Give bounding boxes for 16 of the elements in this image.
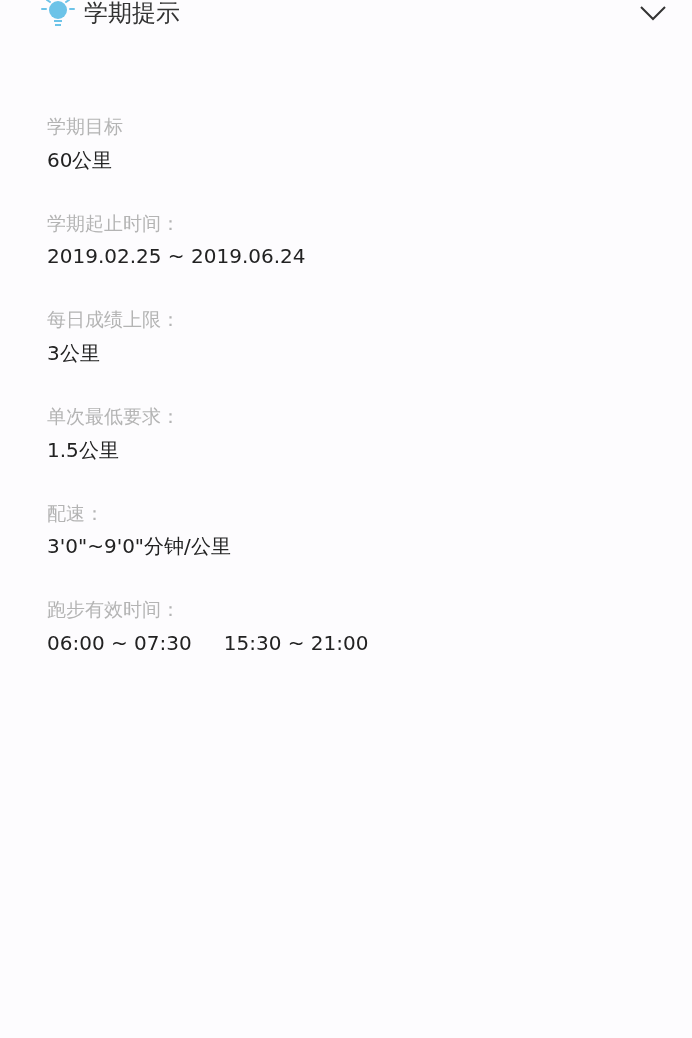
field-label: 每日成绩上限： [47,307,181,333]
field-value: 3'0"~9'0"分钟/公里 [47,533,231,560]
field-value: 2019.02.25 ~ 2019.06.24 [47,243,306,270]
light-bulb-icon [40,0,76,29]
field-value: 3公里 [47,340,100,367]
expand-icon[interactable] [640,5,666,21]
field-value: 15:30 ~ 21:00 [223,630,369,657]
field-label: 学期起止时间： [47,210,181,236]
field-label: 跑步有效时间： [47,597,181,623]
field-value: 1.5公里 [47,436,119,463]
field-value: 06:00 ~ 07:30 [47,630,192,657]
field-label: 单次最低要求： [47,404,181,429]
field-value: 60公里 [47,146,113,173]
field-label: 学期目标 [47,114,124,139]
field-label: 配速： [47,500,105,526]
section-title: 学期提示 [84,1,180,25]
